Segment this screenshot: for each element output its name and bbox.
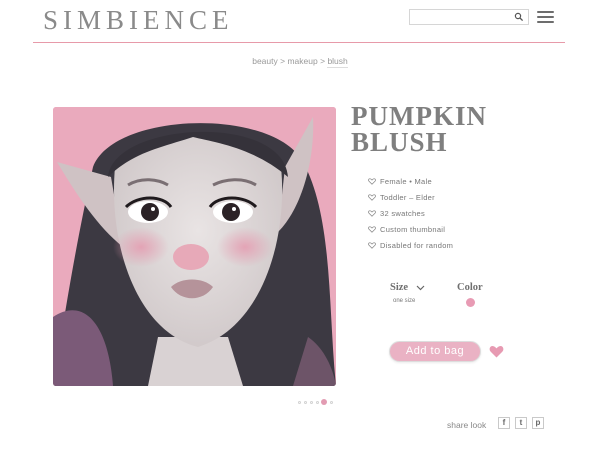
breadcrumb-blush[interactable]: blush [327,56,348,68]
menu-icon[interactable] [537,11,554,24]
feature-list: Female • Male Toddler – Elder 32 swatche… [368,177,453,257]
feature-item: 32 swatches [368,209,453,225]
color-label: Color [457,282,483,293]
twitter-share-button[interactable]: t [515,417,527,429]
header-divider [33,42,565,43]
heart-outline-icon [368,210,376,217]
size-value: one size [393,298,416,304]
feature-item: Female • Male [368,177,453,193]
carousel-dot[interactable] [298,401,301,404]
search-input[interactable] [410,10,510,24]
product-title-line2: BLUSH [351,127,448,157]
breadcrumb: beauty > makeup > blush [0,56,600,68]
carousel-dot[interactable] [330,401,333,404]
feature-item: Custom thumbnail [368,225,453,241]
heart-outline-icon [368,226,376,233]
heart-outline-icon [368,242,376,249]
feature-item: Toddler – Elder [368,193,453,209]
chevron-down-icon[interactable] [416,283,425,292]
heart-outline-icon [368,178,376,185]
breadcrumb-separator: > [280,56,286,66]
carousel-dot-active[interactable] [321,399,327,405]
search-icon[interactable] [514,12,524,22]
product-image[interactable] [53,107,336,386]
size-selector[interactable]: Size [390,282,408,293]
product-title: PUMPKIN BLUSH [351,101,487,157]
site-logo[interactable]: SIMBIENCE [43,5,234,36]
carousel-dot[interactable] [310,401,313,404]
feature-text: 32 swatches [380,209,425,218]
breadcrumb-beauty[interactable]: beauty [252,56,278,66]
color-swatch[interactable] [466,298,475,307]
carousel-dot[interactable] [304,401,307,404]
carousel-dot[interactable] [316,401,319,404]
heart-outline-icon [368,194,376,201]
feature-text: Toddler – Elder [380,193,435,202]
facebook-share-button[interactable]: f [498,417,510,429]
heart-icon[interactable] [489,345,504,358]
breadcrumb-separator: > [320,56,326,66]
product-title-line1: PUMPKIN [351,101,487,131]
search-box[interactable] [409,9,529,25]
feature-text: Disabled for random [380,241,454,250]
pinterest-share-button[interactable]: p [532,417,544,429]
breadcrumb-makeup[interactable]: makeup [287,56,317,66]
share-label: share look [447,420,487,430]
feature-text: Female • Male [380,177,432,186]
feature-item: Disabled for random [368,241,453,257]
feature-text: Custom thumbnail [380,225,446,234]
add-to-bag-button[interactable]: Add to bag [389,341,481,362]
